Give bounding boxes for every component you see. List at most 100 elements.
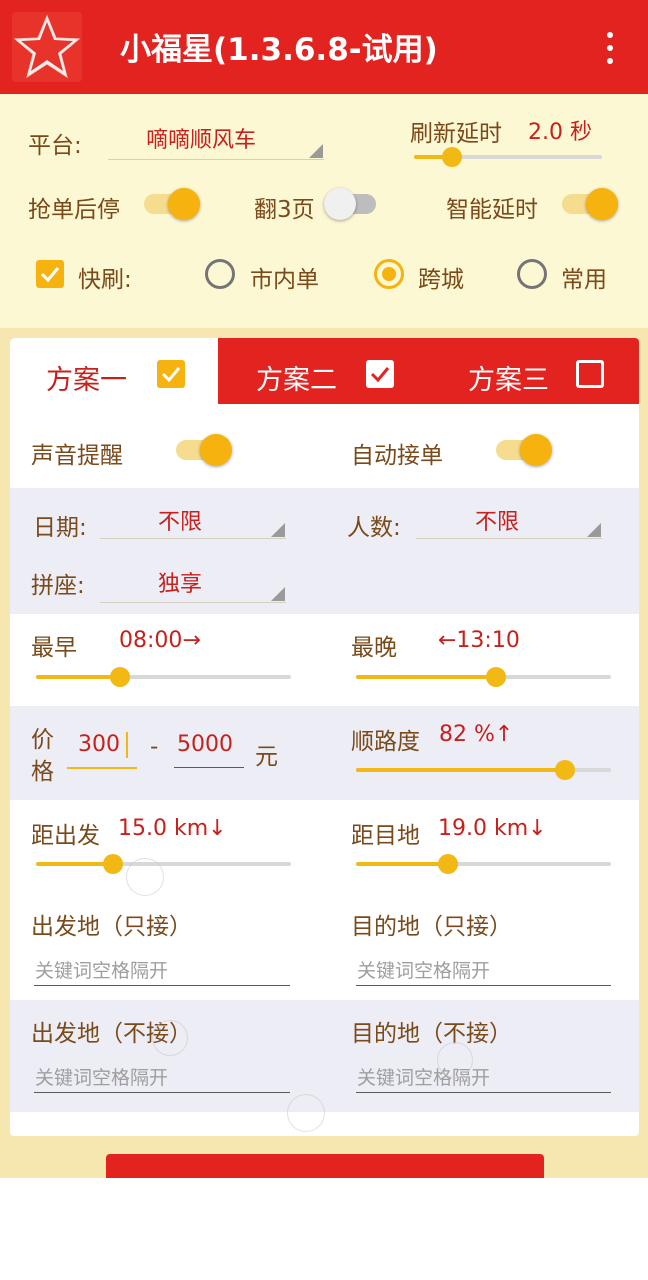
route-match-label: 顺路度: [351, 729, 420, 755]
date-label: 日期:: [33, 515, 87, 541]
plan-tab-bar: 方案一 方案二 方案三: [10, 338, 639, 404]
refresh-delay-slider-thumb[interactable]: [442, 147, 462, 167]
people-value[interactable]: 不限: [475, 504, 519, 536]
people-label: 人数:: [347, 515, 401, 541]
distance-start-slider-fill: [36, 862, 113, 866]
route-match-value: 82 %↑: [439, 722, 514, 747]
route-match-slider-thumb[interactable]: [555, 760, 575, 780]
radio-city-label: 市内单: [250, 267, 319, 293]
from-exclude-input[interactable]: 关键词空格隔开: [35, 1063, 168, 1090]
latest-slider-fill: [356, 675, 496, 679]
radio-city[interactable]: [205, 259, 235, 289]
to-exclude-label: 目的地（不接）: [351, 1021, 512, 1047]
app-title: 小福星(1.3.6.8-试用): [120, 32, 438, 68]
carpool-label: 拼座:: [31, 573, 85, 599]
tab-plan-2[interactable]: 方案二: [218, 338, 428, 404]
auto-accept-switch[interactable]: [496, 430, 552, 470]
latest-value: ←13:10: [438, 628, 520, 653]
stop-after-grab-switch[interactable]: [144, 184, 200, 224]
tab-plan-3-label: 方案三: [468, 365, 549, 396]
sound-alert-switch[interactable]: [176, 430, 232, 470]
latest-label: 最晚: [351, 635, 397, 661]
distance-start-value: 15.0 km↓: [118, 816, 227, 841]
price-label-top: 价: [31, 727, 54, 753]
route-match-slider-fill: [356, 768, 565, 772]
smart-delay-switch[interactable]: [562, 184, 618, 224]
people-spinner-line: [416, 538, 602, 539]
checkmark-icon: [161, 367, 181, 383]
distance-start-slider-thumb[interactable]: [103, 854, 123, 874]
app-bar: 小福星(1.3.6.8-试用): [0, 0, 648, 94]
global-settings-panel: 平台: 嘀嘀顺风车 刷新延时 2.0 秒 抢单后停 翻3页 智能延时 快刷: 市…: [0, 94, 648, 328]
distance-dest-slider-thumb[interactable]: [438, 854, 458, 874]
flip-pages-label: 翻3页: [254, 197, 315, 223]
checkmark-icon: [370, 367, 390, 383]
carpool-value[interactable]: 独享: [158, 566, 202, 598]
platform-label: 平台:: [28, 133, 82, 159]
distance-dest-value: 19.0 km↓: [438, 816, 547, 841]
tab-plan-3[interactable]: 方案三: [428, 338, 639, 404]
touch-indicator: [287, 1094, 325, 1132]
platform-spinner-line: [108, 159, 324, 160]
auto-accept-label: 自动接单: [351, 443, 443, 469]
tab-plan-2-checkbox[interactable]: [366, 360, 394, 388]
price-max-input[interactable]: 5000: [177, 732, 233, 757]
tab-plan-2-label: 方案二: [256, 365, 337, 396]
fast-refresh-label: 快刷:: [78, 267, 132, 293]
distance-dest-slider-fill: [356, 862, 448, 866]
price-min-input[interactable]: 300: [78, 732, 120, 757]
from-only-input[interactable]: 关键词空格隔开: [35, 956, 168, 983]
platform-dropdown-icon[interactable]: [309, 144, 323, 158]
touch-indicator: [126, 858, 164, 896]
date-spinner-line: [100, 538, 286, 539]
from-only-label: 出发地（只接）: [31, 914, 192, 940]
touch-indicator: [437, 1042, 473, 1078]
refresh-delay-label: 刷新延时: [410, 121, 502, 147]
stop-after-grab-label: 抢单后停: [28, 197, 120, 223]
sound-alert-label: 声音提醒: [31, 443, 123, 469]
tab-plan-1-checkbox[interactable]: [157, 360, 185, 388]
carpool-spinner-line: [100, 602, 286, 603]
radio-intercity[interactable]: [374, 259, 404, 289]
to-exclude-underline: [356, 1092, 611, 1093]
tab-plan-3-checkbox[interactable]: [576, 360, 604, 388]
earliest-slider-thumb[interactable]: [110, 667, 130, 687]
price-max-underline: [174, 767, 244, 768]
people-dropdown-icon[interactable]: [587, 523, 601, 537]
price-label-bottom: 格: [31, 759, 54, 785]
to-only-input[interactable]: 关键词空格隔开: [357, 956, 490, 983]
latest-slider-thumb[interactable]: [486, 667, 506, 687]
distance-dest-label: 距目地: [351, 823, 420, 849]
earliest-label: 最早: [31, 635, 77, 661]
to-only-underline: [356, 985, 611, 986]
date-dropdown-icon[interactable]: [271, 523, 285, 537]
touch-indicator: [152, 1020, 188, 1056]
smart-delay-label: 智能延时: [446, 197, 538, 223]
price-dash: -: [150, 734, 159, 760]
flip-pages-switch[interactable]: [324, 184, 380, 224]
radio-common[interactable]: [517, 259, 547, 289]
from-only-underline: [34, 985, 290, 986]
more-options-icon[interactable]: [598, 28, 622, 68]
checkmark-icon: [40, 267, 60, 283]
price-unit: 元: [255, 744, 278, 770]
tab-plan-1[interactable]: 方案一: [10, 338, 218, 404]
filter-band: [10, 488, 639, 614]
carpool-dropdown-icon[interactable]: [271, 587, 285, 601]
tab-plan-1-label: 方案一: [46, 365, 127, 396]
price-min-underline: [67, 767, 137, 769]
plan-card: 方案一 方案二 方案三 声音提醒 自动接单 日期: 不限 人数: 不限 拼座: …: [10, 338, 639, 1136]
to-only-label: 目的地（只接）: [351, 914, 512, 940]
radio-intercity-label: 跨城: [418, 267, 464, 293]
radio-common-label: 常用: [561, 267, 607, 293]
app-logo-icon: [12, 12, 82, 82]
distance-start-label: 距出发: [31, 823, 100, 849]
refresh-delay-value: 2.0 秒: [528, 120, 592, 145]
earliest-slider-fill: [36, 675, 120, 679]
fast-refresh-checkbox[interactable]: [36, 260, 64, 288]
date-value[interactable]: 不限: [158, 504, 202, 536]
text-caret: [126, 732, 128, 758]
platform-value[interactable]: 嘀嘀顺风车: [146, 122, 256, 154]
bottom-blank-area: [0, 1178, 648, 1280]
earliest-value: 08:00→: [119, 628, 201, 653]
